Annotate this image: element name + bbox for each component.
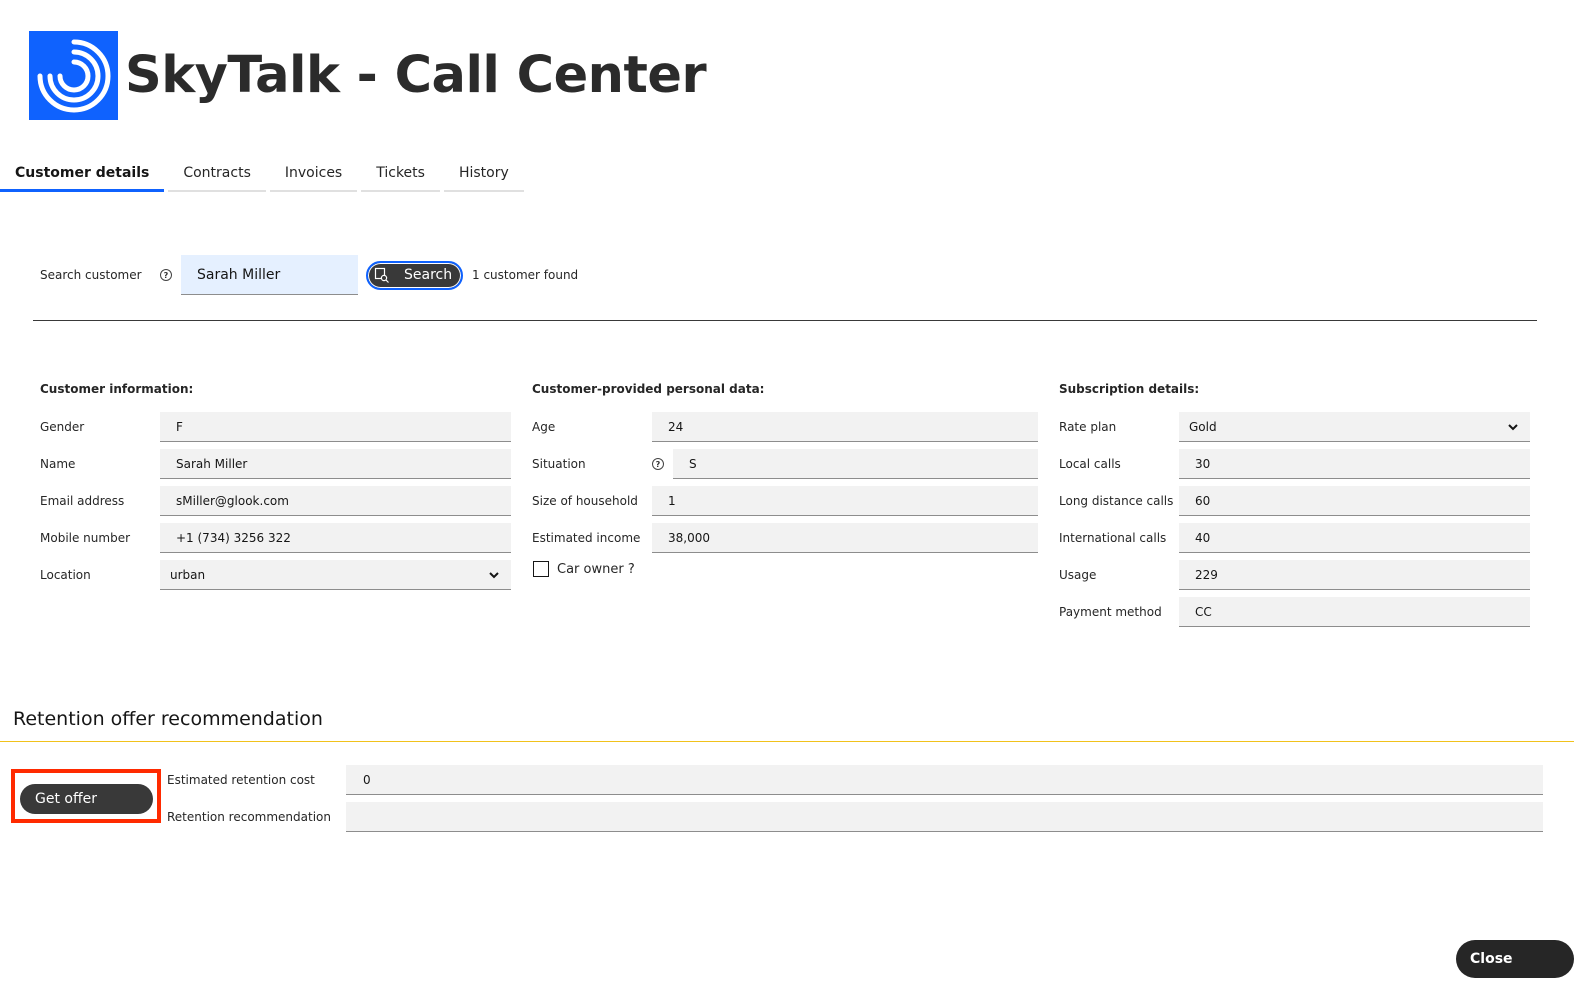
divider [33, 320, 1537, 321]
mobile-field[interactable]: +1 (734) 3256 322 [160, 523, 511, 553]
field-row-email: Email address sMiller@glook.com [40, 486, 511, 516]
rate-plan-value: Gold [1189, 419, 1217, 434]
field-row-local-calls: Local calls 30 [1059, 449, 1530, 479]
app-title: SkyTalk - Call Center [125, 46, 707, 105]
field-row-international: International calls 40 [1059, 523, 1530, 553]
field-row-usage: Usage 229 [1059, 560, 1530, 590]
rate-plan-label: Rate plan [1059, 420, 1117, 434]
retention-cost-field[interactable]: 0 [346, 765, 1543, 795]
field-row-retention-recommendation: Retention recommendation [167, 802, 1543, 832]
car-owner-row: Car owner ? [533, 561, 635, 577]
retention-divider [0, 741, 1574, 742]
usage-field[interactable]: 229 [1179, 560, 1530, 590]
field-row-mobile: Mobile number +1 (734) 3256 322 [40, 523, 511, 553]
household-field[interactable]: 1 [652, 486, 1038, 516]
name-label: Name [40, 457, 76, 471]
retention-title: Retention offer recommendation [13, 708, 323, 730]
field-row-name: Name Sarah Miller [40, 449, 511, 479]
tab-tickets[interactable]: Tickets [361, 154, 440, 192]
field-row-income: Estimated income 38,000 [532, 523, 1038, 553]
retention-cost-label: Estimated retention cost [167, 773, 315, 787]
car-owner-checkbox[interactable] [533, 561, 549, 577]
email-label: Email address [40, 494, 125, 508]
retention-recommendation-label: Retention recommendation [167, 810, 331, 824]
long-distance-field[interactable]: 60 [1179, 486, 1530, 516]
help-icon[interactable]: ? [160, 269, 172, 281]
field-row-payment: Payment method CC [1059, 597, 1530, 627]
chevron-down-icon [1508, 424, 1518, 431]
customer-info-title: Customer information: [40, 382, 194, 396]
location-value: urban [170, 567, 206, 582]
email-field[interactable]: sMiller@glook.com [160, 486, 511, 516]
tab-bar: Customer details Contracts Invoices Tick… [0, 154, 528, 192]
field-row-situation: Situation ? S [532, 449, 1038, 479]
age-field[interactable]: 24 [652, 412, 1038, 442]
retention-recommendation-field[interactable] [346, 802, 1543, 832]
search-button[interactable]: Search [366, 260, 463, 290]
field-row-retention-cost: Estimated retention cost 0 [167, 765, 1543, 795]
situation-label: Situation [532, 457, 586, 471]
chevron-down-icon [489, 572, 499, 579]
gender-field[interactable]: F [160, 412, 511, 442]
income-field[interactable]: 38,000 [652, 523, 1038, 553]
situation-field[interactable]: S [673, 449, 1038, 479]
field-row-long-distance: Long distance calls 60 [1059, 486, 1530, 516]
get-offer-button[interactable]: Get offer [20, 784, 153, 814]
field-row-household: Size of household 1 [532, 486, 1038, 516]
local-calls-field[interactable]: 30 [1179, 449, 1530, 479]
name-field[interactable]: Sarah Miller [160, 449, 511, 479]
search-result-text: 1 customer found [472, 268, 579, 282]
international-field[interactable]: 40 [1179, 523, 1530, 553]
tab-history[interactable]: History [443, 154, 524, 192]
personal-data-title: Customer-provided personal data: [532, 382, 765, 396]
mobile-label: Mobile number [40, 531, 131, 545]
tab-contracts[interactable]: Contracts [168, 154, 266, 192]
search-icon [374, 267, 389, 283]
location-label: Location [40, 568, 91, 582]
gender-label: Gender [40, 420, 85, 434]
age-label: Age [532, 420, 556, 434]
skytalk-logo [29, 31, 118, 120]
payment-field[interactable]: CC [1179, 597, 1530, 627]
search-input[interactable] [181, 255, 358, 295]
search-row: Search customer ? Search 1 customer foun… [40, 255, 578, 295]
tab-customer-details[interactable]: Customer details [0, 154, 165, 192]
close-button[interactable]: Close [1456, 940, 1574, 978]
situation-field-wrap: ? S [652, 449, 1038, 479]
location-select[interactable]: urban [160, 560, 511, 590]
household-label: Size of household [532, 494, 638, 508]
payment-label: Payment method [1059, 605, 1162, 619]
income-label: Estimated income [532, 531, 641, 545]
help-icon[interactable]: ? [652, 458, 664, 470]
rate-plan-select[interactable]: Gold [1179, 412, 1530, 442]
field-row-location: Location urban [40, 560, 511, 590]
international-label: International calls [1059, 531, 1167, 545]
search-button-label: Search [404, 267, 453, 283]
car-owner-label: Car owner ? [557, 561, 635, 577]
field-row-gender: Gender F [40, 412, 511, 442]
search-label: Search customer [40, 268, 142, 282]
app-header: SkyTalk - Call Center [29, 31, 707, 120]
field-row-rate-plan: Rate plan Gold [1059, 412, 1530, 442]
subscription-title: Subscription details: [1059, 382, 1200, 396]
local-calls-label: Local calls [1059, 457, 1121, 471]
field-row-age: Age 24 [532, 412, 1038, 442]
usage-label: Usage [1059, 568, 1097, 582]
tab-invoices[interactable]: Invoices [269, 154, 358, 192]
long-distance-label: Long distance calls [1059, 494, 1174, 508]
